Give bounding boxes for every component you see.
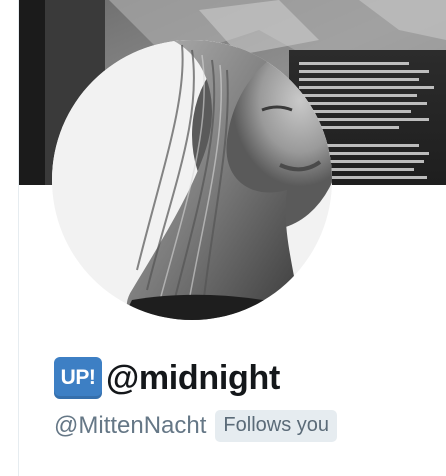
display-name-row: UP! @midnight [54, 356, 280, 400]
avatar[interactable] [52, 40, 332, 320]
profile-header: UP! @midnight @MittenNacht Follows you [0, 0, 446, 476]
up-badge-text: UP! [60, 366, 96, 389]
up-badge-icon: UP! [54, 357, 102, 399]
user-handle[interactable]: @MittenNacht [54, 412, 206, 440]
handle-row: @MittenNacht Follows you [54, 408, 338, 444]
follows-you-badge: Follows you [215, 410, 338, 442]
display-name: @midnight [106, 358, 280, 397]
